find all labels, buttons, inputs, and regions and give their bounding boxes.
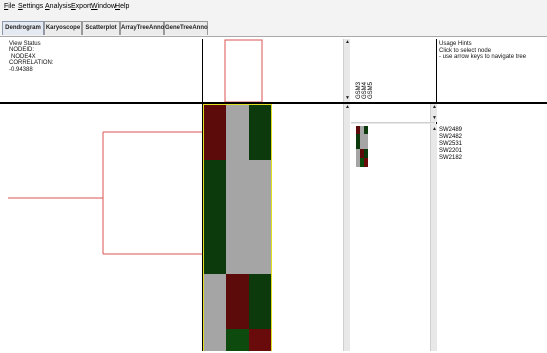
menu-file[interactable]: File [4,3,15,11]
scroll-up-arrow-icon[interactable]: ▲ [344,40,351,45]
array-label: GSM5 [368,81,374,99]
menu-window[interactable]: Window [91,3,116,11]
zoom-cell[interactable] [364,158,368,167]
usage-hints-title: Usage Hints [439,41,472,47]
tab-scatterplot[interactable]: Scatterplot [82,21,120,35]
array-tree-scrollbar[interactable]: ▲ ▼ [343,39,350,102]
menu-bar: File Settings Analysis Export Window Hel… [0,0,547,14]
gene-labels-scrollbar[interactable]: ▲ [430,124,437,351]
gene-tree-panel[interactable] [0,104,202,351]
menu-analysis[interactable]: Analysis [45,3,71,11]
correlation-value: -0.94388 [9,67,33,73]
tab-genetreeanno[interactable]: GeneTreeAnno [164,21,208,35]
gene-label[interactable]: SW2201 [439,148,462,154]
array-tree[interactable] [203,39,343,103]
gene-label[interactable]: SW2182 [439,155,462,161]
label-scrollbar[interactable]: ▲ ▼ [430,104,437,122]
gene-tree[interactable] [0,104,202,351]
array-tree-panel[interactable] [203,39,343,103]
scroll-up-arrow-icon[interactable]: ▲ [431,105,438,110]
gene-label[interactable]: SW2482 [439,134,462,140]
zoom-heatmap-panel[interactable] [351,124,435,351]
zoom-cell[interactable] [364,134,368,149]
array-labels-panel: GSM3 GSM4 GSM5 [351,39,435,102]
scroll-down-arrow-icon[interactable]: ▼ [431,116,438,121]
tab-bar: Dendrogram Karyoscope Scatterplot ArrayT… [0,14,547,37]
zoom-cell[interactable] [364,149,368,158]
node-id-label: NODEID: [9,47,35,53]
scroll-up-arrow-icon[interactable]: ▲ [431,127,438,132]
tab-dendrogram[interactable]: Dendrogram [2,21,44,35]
usage-hint-line: - use arrow keys to navigate tree [439,54,527,60]
global-heatmap-panel[interactable] [203,104,343,351]
scroll-down-arrow-icon[interactable]: ▼ [344,96,351,101]
usage-hints-panel: Usage Hints Click to select node - use a… [437,39,547,102]
menu-settings[interactable]: Settings [18,3,43,11]
gene-label[interactable]: SW2531 [439,141,462,147]
view-status-panel: View Status NODEID: NODE4X CORRELATION: … [4,39,202,102]
global-heatmap-scrollbar[interactable]: ▲ [343,104,350,351]
tab-arraytreeanno[interactable]: ArrayTreeAnno [120,21,164,35]
menu-help[interactable]: Help [115,3,129,11]
gene-label[interactable]: SW2489 [439,127,462,133]
menu-export[interactable]: Export [71,3,91,11]
gene-tree-branches[interactable] [8,131,202,255]
scroll-up-arrow-icon[interactable]: ▲ [344,105,351,110]
array-tree-branch[interactable] [224,39,263,103]
selection-outline [203,104,272,351]
correlation-label: CORRELATION: [9,60,54,66]
tab-karyoscope[interactable]: Karyoscope [44,21,82,35]
zoom-cell[interactable] [364,126,368,134]
